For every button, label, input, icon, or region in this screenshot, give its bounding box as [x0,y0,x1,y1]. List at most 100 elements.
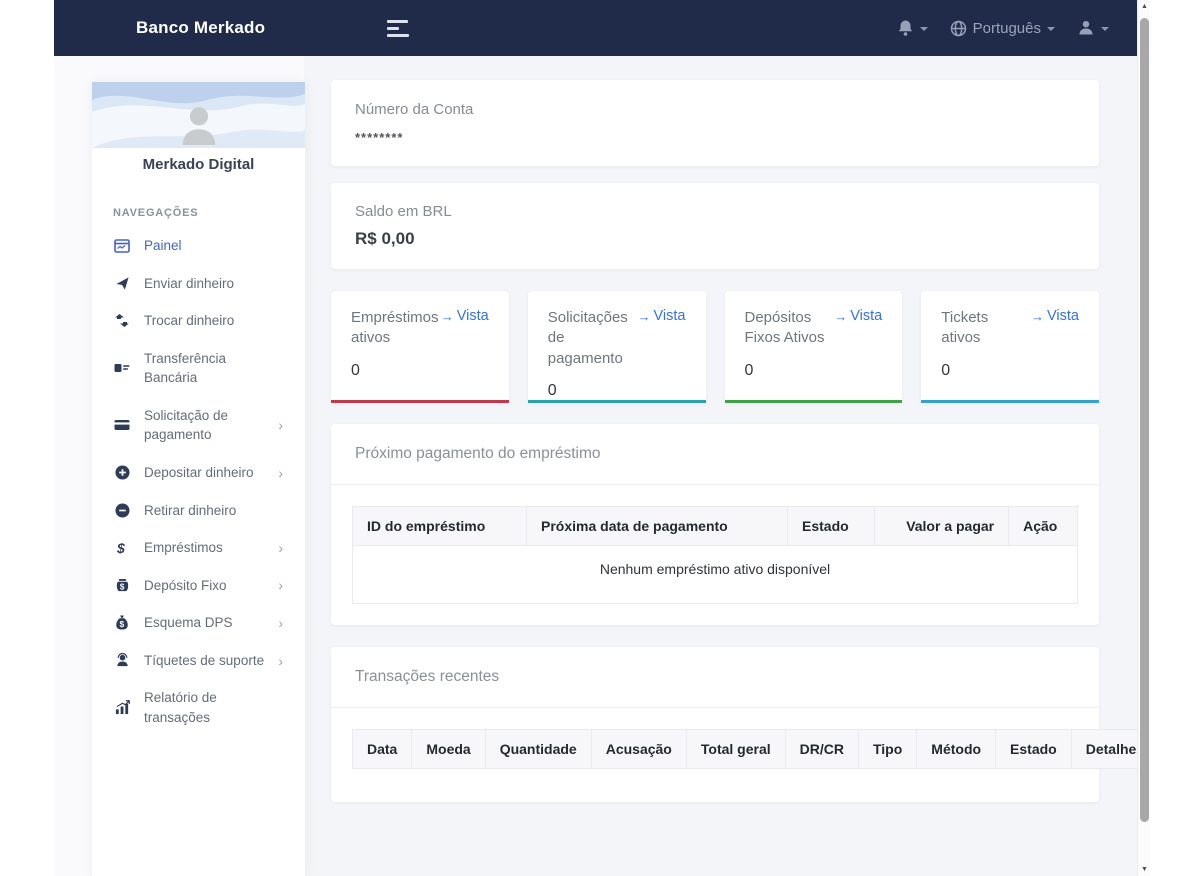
col-loan-id: ID do empréstimo [352,506,527,546]
piggy-bank-icon: $ [113,578,131,593]
stat-label: Tickets ativos [941,309,989,347]
sidebar-item-esquema-dps[interactable]: $ Esquema DPS › [92,604,305,642]
sidebar-item-label: Tíquetes de suporte [144,652,265,668]
sidebar-item-trocar-dinheiro[interactable]: Trocar dinheiro [92,302,305,340]
navbar-right: Português [897,19,1109,37]
stats-row: Empréstimos ativos → Vista 0 Solicitações… [331,291,1099,403]
stat-card-payment-requests: Solicitações de pagamento → Vista 0 [527,291,706,403]
chevron-down-icon [1047,27,1055,31]
scroll-down-arrow[interactable]: ▼ [1138,866,1151,873]
svg-text:$: $ [119,620,124,630]
money-bag-icon: $ [113,615,131,630]
dollar-icon: $ [113,540,131,556]
svg-text:$: $ [119,582,124,591]
sidebar-banner [92,82,305,148]
loan-table-empty-row: Nenhum empréstimo ativo disponível [352,545,1078,604]
col-type: Tipo [857,729,918,769]
sidebar-item-solicitacao-de-pagamento[interactable]: Solicitação de pagamento › [92,397,305,454]
stat-card-active-loans: Empréstimos ativos → Vista 0 [331,291,509,403]
col-currency: Moeda [411,729,486,769]
recent-transactions-panel: Transações recentes Data Moeda Quantidad… [331,647,1137,802]
vista-link[interactable]: → Vista [441,308,489,324]
sidebar-item-label: Retirar dinheiro [144,502,237,518]
col-status: Estado [787,506,875,546]
stat-value: 0 [547,381,557,399]
col-next-payment-date: Próxima data de pagamento [526,506,788,546]
col-status: Estado [995,729,1072,769]
stat-card-fixed-deposits: Depósitos Fixos Ativos → Vista 0 [724,291,903,403]
col-charge: Acusação [590,729,687,769]
language-dropdown[interactable]: Português [950,20,1055,37]
col-dr-cr: DR/CR [784,729,859,769]
sidebar: Merkado Digital NAVEGAÇÕES Painel Enviar… [92,82,305,876]
col-action: Ação [1008,506,1078,546]
scrollbar-thumb[interactable] [1140,18,1149,822]
support-agent-icon [113,653,131,668]
sidebar-item-label: Depósito Fixo [144,577,227,593]
exchange-icon [113,314,131,328]
sidebar-item-depositar-dinheiro[interactable]: Depositar dinheiro › [92,454,305,492]
arrow-right-icon: → [1031,308,1045,324]
hamburger-menu-icon[interactable] [387,19,411,37]
sidebar-item-enviar-dinheiro[interactable]: Enviar dinheiro [92,265,305,303]
col-method: Método [916,729,997,769]
chevron-right-icon: › [278,539,283,556]
sidebar-item-label: Relatório de transações [144,690,217,725]
sidebar-item-painel[interactable]: Painel [92,227,305,265]
account-number-label: Número da Conta [355,101,474,118]
transactions-table-header-row: Data Moeda Quantidade Acusação Total ger… [351,729,1137,769]
col-details: Detalhes [1070,729,1137,769]
sidebar-item-label: Solicitação de pagamento [144,407,229,443]
credit-card-icon [113,419,131,431]
top-navbar: Banco Merkado Português [54,0,1137,56]
col-amount-to-pay: Valor a pagar [873,506,1010,546]
sidebar-item-transferencia-bancaria[interactable]: Transferência Bancária [92,340,305,397]
stat-label: Empréstimos ativos [351,309,439,347]
loan-table: ID do empréstimo Próxima data de pagamen… [352,506,1078,604]
bank-transfer-icon [113,361,131,375]
sidebar-item-emprestimos[interactable]: $ Empréstimos › [92,529,305,567]
sidebar-item-deposito-fixo[interactable]: $ Depósito Fixo › [92,567,305,605]
sidebar-item-tiquetes-de-suporte[interactable]: Tíquetes de suporte › [92,642,305,680]
stat-value: 0 [941,361,951,379]
main-content: Número da Conta ******** Saldo em BRL R$… [331,80,1137,824]
col-date: Data [351,729,413,769]
sidebar-item-label: Enviar dinheiro [144,275,235,291]
balance-value: R$ 0,00 [355,229,415,248]
profile-avatar [176,103,222,148]
scroll-up-arrow[interactable]: ▲ [1138,3,1151,10]
transactions-panel-title: Transações recentes [331,647,1099,708]
brand-logo[interactable]: Banco Merkado [136,18,265,38]
stat-value: 0 [744,361,754,379]
chevron-down-icon [919,27,928,31]
send-icon [113,276,131,291]
vista-link[interactable]: → Vista [638,308,686,324]
chevron-right-icon: › [278,464,283,481]
chevron-down-icon [1101,27,1109,31]
globe-icon [950,20,967,37]
stat-label: Solicitações de pagamento [547,309,628,367]
sidebar-menu: Painel Enviar dinheiro Trocar dinheiro T… [92,221,305,756]
chevron-right-icon: › [278,652,283,669]
stat-value: 0 [351,361,360,379]
sidebar-item-label: Trocar dinheiro [144,313,235,329]
sidebar-item-label: Esquema DPS [144,615,233,631]
language-label: Português [972,19,1041,37]
vertical-scrollbar[interactable]: ▲ ▼ [1137,0,1150,876]
sidebar-item-label: Depositar dinheiro [144,464,254,480]
vista-link[interactable]: → Vista [834,308,882,324]
arrow-right-icon: → [637,308,651,324]
sidebar-item-label: Painel [144,238,182,253]
stat-label: Depósitos Fixos Ativos [744,309,825,347]
loan-table-header-row: ID do empréstimo Próxima data de pagamen… [352,506,1078,546]
vista-link[interactable]: → Vista [1031,308,1079,324]
user-icon [1077,19,1095,37]
notifications-dropdown[interactable] [897,19,928,37]
user-menu-dropdown[interactable] [1077,19,1109,37]
sidebar-item-retirar-dinheiro[interactable]: Retirar dinheiro [92,492,305,530]
sidebar-item-relatorio-de-transacoes[interactable]: Relatório de transações [92,679,305,736]
profile-name: Merkado Digital [142,156,255,173]
empty-message: Nenhum empréstimo ativo disponível [352,545,1078,604]
minus-circle-icon [113,503,131,518]
loan-payment-panel: Próximo pagamento do empréstimo ID do em… [331,424,1099,625]
